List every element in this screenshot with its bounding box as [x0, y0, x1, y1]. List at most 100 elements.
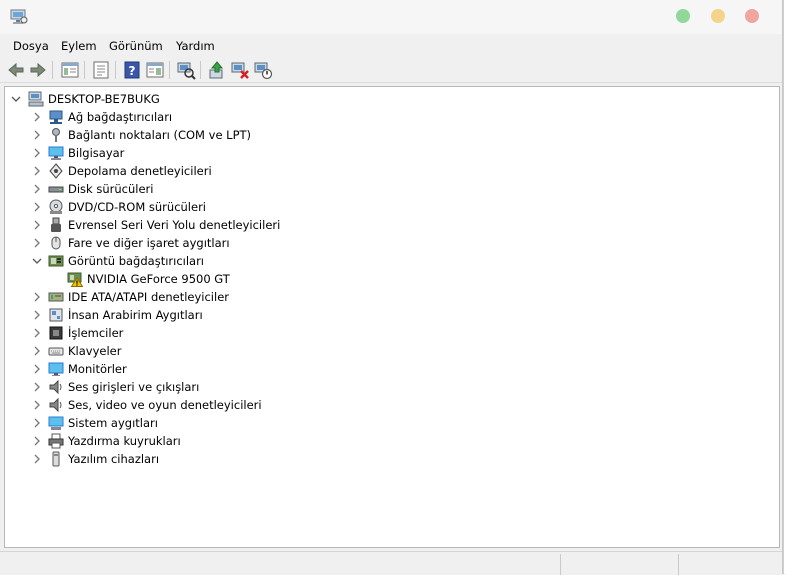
menu-action[interactable]: Eylem [61, 39, 97, 53]
processor-icon [48, 325, 64, 341]
display-adapter-icon [48, 253, 64, 269]
show-hide-tree-icon[interactable] [60, 60, 80, 80]
scan-hardware-icon[interactable] [176, 60, 196, 80]
device-manager-icon [10, 9, 28, 25]
tree-category-item[interactable]: Depolama denetleyicileri [5, 162, 765, 180]
chevron-down-icon[interactable] [31, 255, 43, 267]
storage-controller-icon [48, 163, 64, 179]
tree-item-label: Yazdırma kuyrukları [68, 434, 181, 448]
status-separator [560, 554, 561, 575]
chevron-right-icon[interactable] [31, 309, 43, 321]
maximize-button[interactable] [676, 9, 690, 23]
chevron-right-icon[interactable] [31, 147, 43, 159]
tree-category-item[interactable]: Yazdırma kuyrukları [5, 432, 765, 450]
update-driver-icon[interactable] [207, 60, 227, 80]
tree-category-item[interactable]: Disk sürücüleri [5, 180, 765, 198]
chevron-right-icon[interactable] [31, 165, 43, 177]
display-adapter-warning-icon [67, 271, 84, 287]
mouse-icon [48, 235, 64, 251]
properties-icon[interactable] [91, 60, 111, 80]
hid-icon [48, 307, 64, 323]
tree-category-item[interactable]: Ağ bağdaştırıcıları [5, 108, 765, 126]
tree-item-label: Yazılım cihazları [68, 452, 160, 466]
menu-bar: Dosya Eylem Görünüm Yardım [0, 35, 782, 57]
tree-category-item[interactable]: Görüntü bağdaştırıcıları [5, 252, 765, 270]
computer-root-icon [28, 91, 44, 107]
tree-category-item[interactable]: Evrensel Seri Veri Yolu denetleyicileri [5, 216, 765, 234]
tree-root-label: DESKTOP-BE7BUKG [48, 92, 160, 106]
forward-icon[interactable] [28, 60, 48, 80]
device-tree[interactable]: DESKTOP-BE7BUKG Ağ bağdaştırıcıları Bağla… [4, 86, 780, 548]
tree-item-label: Ses, video ve oyun denetleyicileri [68, 398, 262, 412]
tree-item-label: İşlemciler [68, 326, 124, 340]
chevron-down-icon[interactable] [10, 93, 22, 105]
menu-view[interactable]: Görünüm [109, 39, 163, 53]
menu-file[interactable]: Dosya [13, 39, 49, 53]
chevron-right-icon[interactable] [31, 345, 43, 357]
ide-controller-icon [48, 289, 64, 305]
toolbar: ? [0, 58, 782, 83]
menu-help[interactable]: Yardım [176, 39, 215, 53]
monitor-icon [48, 361, 64, 377]
tree-item-label: DVD/CD-ROM sürücüleri [68, 200, 207, 214]
tree-category-item[interactable]: Bilgisayar [5, 144, 765, 162]
tree-root[interactable]: DESKTOP-BE7BUKG [5, 90, 765, 108]
tree-item-label: Bilgisayar [68, 146, 125, 160]
chevron-right-icon[interactable] [31, 291, 43, 303]
status-bar [0, 551, 782, 575]
tree-category-item[interactable]: Yazılım cihazları [5, 450, 765, 468]
system-device-icon [48, 415, 64, 431]
chevron-right-icon[interactable] [31, 327, 43, 339]
software-device-icon [48, 451, 64, 467]
tree-item-label: İnsan Arabirim Aygıtları [68, 308, 203, 322]
device-manager-window: Dosya Eylem Görünüm Yardım ? DESKTOP-BE7… [0, 0, 783, 575]
tree-category-item[interactable]: DVD/CD-ROM sürücüleri [5, 198, 765, 216]
chevron-right-icon[interactable] [31, 399, 43, 411]
tree-category-item[interactable]: Monitörler [5, 360, 765, 378]
chevron-right-icon[interactable] [31, 111, 43, 123]
tree-item-label: IDE ATA/ATAPI denetleyiciler [68, 290, 230, 304]
tree-item-label: Depolama denetleyicileri [68, 164, 212, 178]
chevron-right-icon[interactable] [31, 435, 43, 447]
tree-category-item[interactable]: İnsan Arabirim Aygıtları [5, 306, 765, 324]
help-icon[interactable]: ? [122, 60, 142, 80]
back-icon[interactable] [6, 60, 26, 80]
tree-category-item[interactable]: Fare ve diğer işaret aygıtları [5, 234, 765, 252]
chevron-right-icon[interactable] [31, 453, 43, 465]
chevron-right-icon[interactable] [31, 129, 43, 141]
tree-category-item[interactable]: IDE ATA/ATAPI denetleyiciler [5, 288, 765, 306]
uninstall-device-icon[interactable] [230, 60, 250, 80]
tree-item-label: Monitörler [68, 362, 127, 376]
chevron-right-icon[interactable] [31, 183, 43, 195]
disk-drive-icon [48, 181, 64, 197]
dvd-drive-icon [48, 199, 64, 215]
computer-icon [48, 145, 64, 161]
toolbar-separator [200, 61, 201, 79]
tree-item-label: Bağlantı noktaları (COM ve LPT) [68, 128, 252, 142]
tree-category-item[interactable]: Ses girişleri ve çıkışları [5, 378, 765, 396]
tree-category-item[interactable]: Sistem aygıtları [5, 414, 765, 432]
chevron-right-icon[interactable] [31, 237, 43, 249]
printer-icon [48, 433, 64, 449]
chevron-right-icon[interactable] [31, 201, 43, 213]
tree-category-item[interactable]: Klavyeler [5, 342, 765, 360]
port-icon [48, 127, 64, 143]
audio-icon [48, 379, 64, 395]
close-button[interactable] [745, 9, 759, 23]
chevron-right-icon[interactable] [31, 381, 43, 393]
chevron-right-icon[interactable] [31, 363, 43, 375]
keyboard-icon [48, 343, 64, 359]
chevron-right-icon[interactable] [31, 417, 43, 429]
tree-item-label: Sistem aygıtları [68, 416, 158, 430]
tree-category-item[interactable]: Bağlantı noktaları (COM ve LPT) [5, 126, 765, 144]
tree-category-item[interactable]: Ses, video ve oyun denetleyicileri [5, 396, 765, 414]
tree-item-label: Görüntü bağdaştırıcıları [68, 254, 205, 268]
tree-category-item[interactable]: İşlemciler [5, 324, 765, 342]
tree-item-label: Klavyeler [68, 344, 122, 358]
action-pane-icon[interactable] [145, 60, 165, 80]
tree-child-item[interactable]: NVIDIA GeForce 9500 GT [5, 270, 765, 288]
minimize-button[interactable] [711, 9, 725, 23]
chevron-right-icon[interactable] [31, 219, 43, 231]
disable-device-icon[interactable] [253, 60, 273, 80]
tree-item-label: Disk sürücüleri [68, 182, 154, 196]
